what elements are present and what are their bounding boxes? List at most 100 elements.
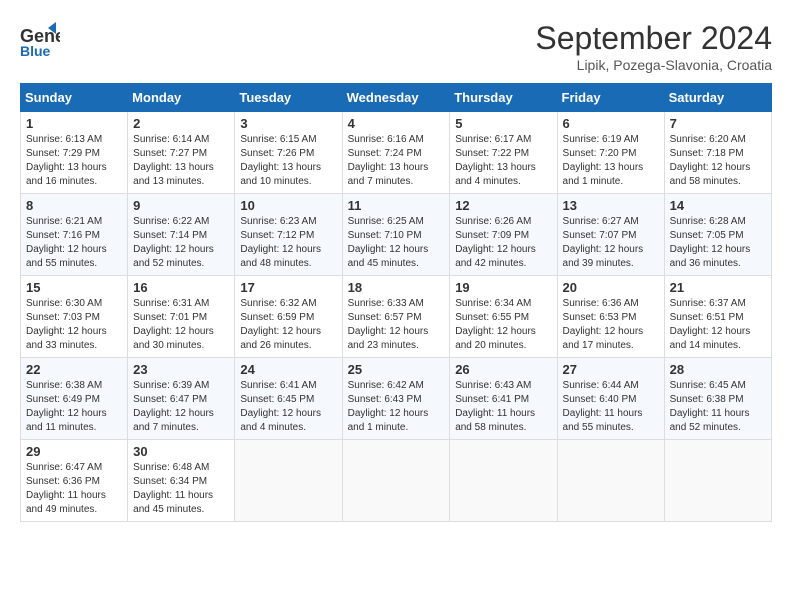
title-area: September 2024 Lipik, Pozega-Slavonia, C… [535, 20, 772, 73]
day-info: Sunrise: 6:30 AM Sunset: 7:03 PM Dayligh… [26, 297, 122, 353]
calendar-week-row: 1Sunrise: 6:13 AM Sunset: 7:29 PM Daylig… [21, 112, 772, 194]
day-info: Sunrise: 6:42 AM Sunset: 6:43 PM Dayligh… [348, 379, 445, 435]
calendar-cell: 15 Sunrise: 6:30 AM Sunset: 7:03 PM Dayli… [21, 276, 128, 358]
weekday-header-tuesday: Tuesday [235, 84, 342, 112]
day-number: 7 [670, 116, 766, 131]
calendar-cell: 24 Sunrise: 6:41 AM Sunset: 6:45 PM Dayli… [235, 358, 342, 440]
day-info: Sunrise: 6:19 AM Sunset: 7:20 PM Dayligh… [563, 133, 659, 189]
day-number: 25 [348, 362, 445, 377]
day-number: 10 [240, 198, 336, 213]
calendar-cell: 20Sunrise: 6:36 AM Sunset: 6:53 PM Dayli… [557, 276, 664, 358]
calendar-cell: 9Sunrise: 6:22 AM Sunset: 7:14 PM Daylig… [128, 194, 235, 276]
day-info: Sunrise: 6:21 AM Sunset: 7:16 PM Dayligh… [26, 215, 122, 271]
logo: General Blue [20, 20, 65, 60]
calendar-cell: 11Sunrise: 6:25 AM Sunset: 7:10 PM Dayli… [342, 194, 450, 276]
calendar-cell [557, 440, 664, 522]
calendar-week-row: 29 Sunrise: 6:47 AM Sunset: 6:36 PM Dayli… [21, 440, 772, 522]
day-info: Sunrise: 6:41 AM Sunset: 6:45 PM Dayligh… [240, 379, 336, 435]
calendar-cell: 30Sunrise: 6:48 AM Sunset: 6:34 PM Dayli… [128, 440, 235, 522]
day-info: Sunrise: 6:22 AM Sunset: 7:14 PM Dayligh… [133, 215, 229, 271]
day-info: Sunrise: 6:15 AM Sunset: 7:26 PM Dayligh… [240, 133, 336, 189]
calendar-cell [342, 440, 450, 522]
calendar-cell: 26 Sunrise: 6:43 AM Sunset: 6:41 PM Dayli… [450, 358, 557, 440]
day-info: Sunrise: 6:23 AM Sunset: 7:12 PM Dayligh… [240, 215, 336, 271]
day-number: 14 [670, 198, 766, 213]
calendar-cell: 3 Sunrise: 6:15 AM Sunset: 7:26 PM Daylig… [235, 112, 342, 194]
day-info: Sunrise: 6:20 AM Sunset: 7:18 PM Dayligh… [670, 133, 766, 189]
calendar-cell: 28 Sunrise: 6:45 AM Sunset: 6:38 PM Dayli… [664, 358, 771, 440]
day-info: Sunrise: 6:39 AM Sunset: 6:47 PM Dayligh… [133, 379, 229, 435]
day-number: 3 [240, 116, 336, 131]
day-info: Sunrise: 6:45 AM Sunset: 6:38 PM Dayligh… [670, 379, 766, 435]
day-number: 27 [563, 362, 659, 377]
day-info: Sunrise: 6:38 AM Sunset: 6:49 PM Dayligh… [26, 379, 122, 435]
calendar-cell: 18Sunrise: 6:33 AM Sunset: 6:57 PM Dayli… [342, 276, 450, 358]
calendar-cell: 29 Sunrise: 6:47 AM Sunset: 6:36 PM Dayli… [21, 440, 128, 522]
calendar-cell: 2Sunrise: 6:14 AM Sunset: 7:27 PM Daylig… [128, 112, 235, 194]
day-number: 22 [26, 362, 122, 377]
day-info: Sunrise: 6:25 AM Sunset: 7:10 PM Dayligh… [348, 215, 445, 271]
calendar-cell: 27Sunrise: 6:44 AM Sunset: 6:40 PM Dayli… [557, 358, 664, 440]
day-number: 21 [670, 280, 766, 295]
calendar-cell: 22 Sunrise: 6:38 AM Sunset: 6:49 PM Dayli… [21, 358, 128, 440]
calendar-cell: 13 Sunrise: 6:27 AM Sunset: 7:07 PM Dayli… [557, 194, 664, 276]
day-number: 17 [240, 280, 336, 295]
weekday-header-thursday: Thursday [450, 84, 557, 112]
calendar-week-row: 15 Sunrise: 6:30 AM Sunset: 7:03 PM Dayli… [21, 276, 772, 358]
day-info: Sunrise: 6:27 AM Sunset: 7:07 PM Dayligh… [563, 215, 659, 271]
calendar-cell: 12 Sunrise: 6:26 AM Sunset: 7:09 PM Dayli… [450, 194, 557, 276]
day-number: 16 [133, 280, 229, 295]
day-info: Sunrise: 6:43 AM Sunset: 6:41 PM Dayligh… [455, 379, 551, 435]
day-info: Sunrise: 6:34 AM Sunset: 6:55 PM Dayligh… [455, 297, 551, 353]
day-info: Sunrise: 6:32 AM Sunset: 6:59 PM Dayligh… [240, 297, 336, 353]
day-number: 13 [563, 198, 659, 213]
day-info: Sunrise: 6:16 AM Sunset: 7:24 PM Dayligh… [348, 133, 445, 189]
weekday-header-row: SundayMondayTuesdayWednesdayThursdayFrid… [21, 84, 772, 112]
calendar-cell: 17 Sunrise: 6:32 AM Sunset: 6:59 PM Dayli… [235, 276, 342, 358]
day-info: Sunrise: 6:47 AM Sunset: 6:36 PM Dayligh… [26, 461, 122, 517]
day-info: Sunrise: 6:26 AM Sunset: 7:09 PM Dayligh… [455, 215, 551, 271]
calendar-cell: 6 Sunrise: 6:19 AM Sunset: 7:20 PM Daylig… [557, 112, 664, 194]
day-number: 12 [455, 198, 551, 213]
day-info: Sunrise: 6:28 AM Sunset: 7:05 PM Dayligh… [670, 215, 766, 271]
day-number: 15 [26, 280, 122, 295]
weekday-header-saturday: Saturday [664, 84, 771, 112]
day-number: 5 [455, 116, 551, 131]
calendar-week-row: 22 Sunrise: 6:38 AM Sunset: 6:49 PM Dayli… [21, 358, 772, 440]
location-subtitle: Lipik, Pozega-Slavonia, Croatia [535, 57, 772, 73]
calendar-cell: 19 Sunrise: 6:34 AM Sunset: 6:55 PM Dayli… [450, 276, 557, 358]
calendar-cell [235, 440, 342, 522]
day-number: 6 [563, 116, 659, 131]
calendar-table: SundayMondayTuesdayWednesdayThursdayFrid… [20, 83, 772, 522]
day-number: 1 [26, 116, 122, 131]
page-header: General Blue September 2024 Lipik, Pozeg… [20, 20, 772, 73]
day-info: Sunrise: 6:37 AM Sunset: 6:51 PM Dayligh… [670, 297, 766, 353]
weekday-header-monday: Monday [128, 84, 235, 112]
day-number: 23 [133, 362, 229, 377]
day-number: 30 [133, 444, 229, 459]
day-number: 24 [240, 362, 336, 377]
svg-text:Blue: Blue [20, 43, 51, 59]
weekday-header-sunday: Sunday [21, 84, 128, 112]
calendar-cell [664, 440, 771, 522]
month-title: September 2024 [535, 20, 772, 57]
calendar-cell: 10 Sunrise: 6:23 AM Sunset: 7:12 PM Dayli… [235, 194, 342, 276]
day-number: 2 [133, 116, 229, 131]
day-number: 29 [26, 444, 122, 459]
day-number: 19 [455, 280, 551, 295]
day-info: Sunrise: 6:31 AM Sunset: 7:01 PM Dayligh… [133, 297, 229, 353]
day-info: Sunrise: 6:36 AM Sunset: 6:53 PM Dayligh… [563, 297, 659, 353]
weekday-header-wednesday: Wednesday [342, 84, 450, 112]
day-number: 18 [348, 280, 445, 295]
calendar-cell: 25 Sunrise: 6:42 AM Sunset: 6:43 PM Dayli… [342, 358, 450, 440]
calendar-cell: 23 Sunrise: 6:39 AM Sunset: 6:47 PM Dayli… [128, 358, 235, 440]
calendar-cell: 16 Sunrise: 6:31 AM Sunset: 7:01 PM Dayli… [128, 276, 235, 358]
calendar-cell: 4Sunrise: 6:16 AM Sunset: 7:24 PM Daylig… [342, 112, 450, 194]
day-number: 26 [455, 362, 551, 377]
day-number: 28 [670, 362, 766, 377]
calendar-cell: 21 Sunrise: 6:37 AM Sunset: 6:51 PM Dayli… [664, 276, 771, 358]
day-info: Sunrise: 6:17 AM Sunset: 7:22 PM Dayligh… [455, 133, 551, 189]
logo-icon: General Blue [20, 20, 60, 60]
calendar-cell: 14 Sunrise: 6:28 AM Sunset: 7:05 PM Dayli… [664, 194, 771, 276]
calendar-week-row: 8Sunrise: 6:21 AM Sunset: 7:16 PM Daylig… [21, 194, 772, 276]
